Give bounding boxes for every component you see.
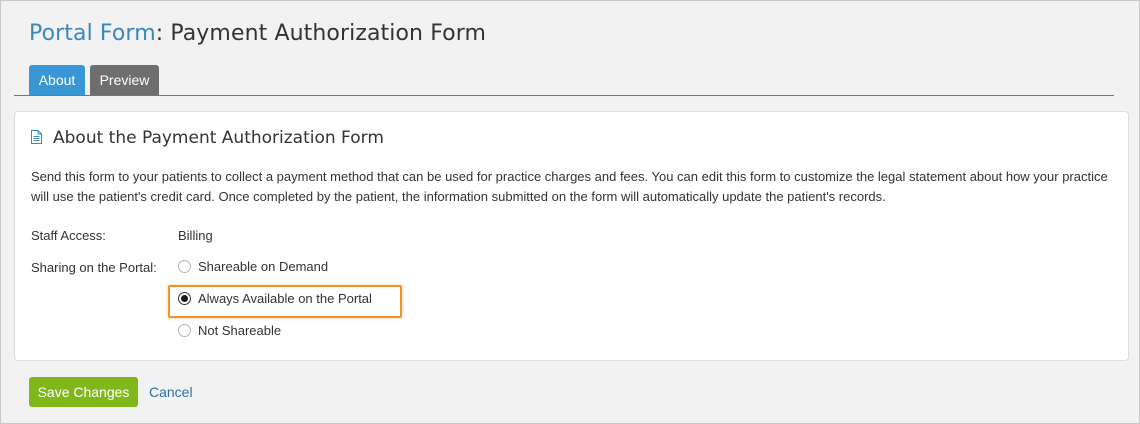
tab-preview[interactable]: Preview	[90, 65, 159, 95]
tab-bar: About Preview	[14, 65, 1114, 96]
cancel-link[interactable]: Cancel	[149, 384, 193, 400]
document-icon	[31, 130, 42, 144]
about-panel: About the Payment Authorization Form Sen…	[14, 111, 1129, 361]
panel-heading: About the Payment Authorization Form	[53, 128, 384, 148]
tab-about[interactable]: About	[29, 65, 85, 95]
save-changes-button[interactable]: Save Changes	[29, 377, 138, 407]
radio-unchecked-icon	[178, 260, 191, 273]
radio-label: Always Available on the Portal	[198, 291, 372, 306]
form-description: Send this form to your patients to colle…	[31, 169, 1108, 204]
staff-access-label: Staff Access:	[31, 228, 106, 243]
page-title: Portal Form: Payment Authorization Form	[29, 21, 486, 46]
radio-label: Shareable on Demand	[198, 259, 329, 274]
radio-label: Not Shareable	[198, 323, 282, 338]
app-frame: Portal Form: Payment Authorization Form …	[0, 0, 1140, 424]
radio-unchecked-icon	[178, 324, 191, 337]
page-title-prefix: Portal Form	[29, 21, 156, 46]
sharing-label: Sharing on the Portal:	[31, 260, 157, 275]
page-title-separator: :	[155, 21, 171, 46]
radio-checked-icon	[178, 292, 191, 305]
page-title-name: Payment Authorization Form	[170, 21, 487, 46]
staff-access-value: Billing	[178, 228, 213, 243]
